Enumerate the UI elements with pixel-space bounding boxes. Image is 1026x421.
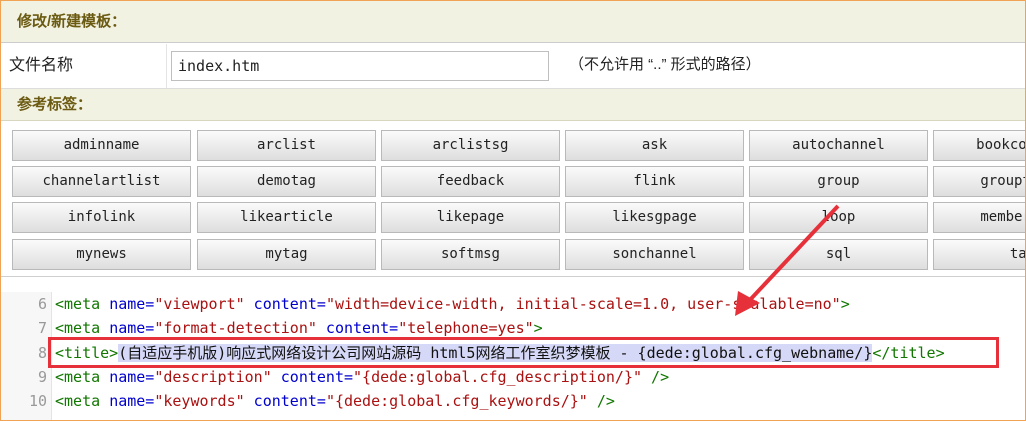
tag-button-bookcontent[interactable]: bookcontent (933, 130, 1025, 161)
code-text: <title>(自适应手机版)响应式网络设计公司网站源码 html5网络工作室织… (55, 341, 945, 365)
section-title-reference-tags: 参考标签： (1, 89, 1025, 121)
tag-button-mytag[interactable]: mytag (197, 239, 376, 270)
tag-button-channelartlist[interactable]: channelartlist (12, 166, 191, 197)
code-token: content= (244, 295, 326, 313)
file-name-label: 文件名称 (1, 44, 167, 88)
code-token: "viewport" (154, 295, 245, 313)
tag-button-tag[interactable]: tag (933, 239, 1025, 270)
code-token: content= (244, 392, 326, 410)
code-line: 6 <meta name="viewport" content="width=de… (1, 292, 1025, 316)
tag-button-group[interactable]: group (749, 166, 928, 197)
tag-button-memberlist[interactable]: memberlist (933, 202, 1025, 233)
code-token: <meta (55, 392, 110, 410)
code-token: /> (642, 368, 670, 386)
tag-button-adminname[interactable]: adminname (12, 130, 191, 161)
code-text: <meta name="keywords" content="{dede:glo… (55, 389, 615, 413)
code-token: > (533, 319, 543, 337)
code-token: (自适应手机版)响应式网络设计公司网站源码 html5网络工作室织梦模板 - {… (118, 344, 873, 362)
code-token: <meta (55, 295, 110, 313)
code-token: "width=device-width, initial-scale=1.0, … (325, 295, 841, 313)
tag-button-softmsg[interactable]: softmsg (381, 239, 560, 270)
line-number: 9 (37, 368, 47, 386)
tag-button-grid: adminname arclist arclistsg ask autochannel b… (1, 122, 1025, 277)
tag-button-ask[interactable]: ask (565, 130, 744, 161)
code-token: <meta (55, 319, 110, 337)
code-token: > (840, 295, 850, 313)
code-text: <meta name="description" content="{dede:… (55, 365, 669, 389)
line-number: 7 (37, 319, 47, 337)
code-text: <meta name="viewport" content="width=dev… (55, 292, 850, 316)
tag-button-feedback[interactable]: feedback (381, 166, 560, 197)
code-token: "telephone=yes" (398, 319, 534, 337)
code-line: 10 <meta name="keywords" content="{dede:g… (1, 389, 1025, 413)
line-number: 8 (37, 344, 47, 362)
code-token: name= (109, 295, 155, 313)
tag-button-likesgpage[interactable]: likesgpage (565, 202, 744, 233)
tag-button-likepage[interactable]: likepage (381, 202, 560, 233)
file-name-input[interactable]: index.htm (171, 51, 549, 81)
code-token: <meta (55, 368, 110, 386)
code-line: 8 <title>(自适应手机版)响应式网络设计公司网站源码 html5网络工作室… (1, 341, 1025, 365)
code-token: </title> (872, 344, 945, 362)
tag-button-mynews[interactable]: mynews (12, 239, 191, 270)
code-token: <title> (55, 344, 119, 362)
tag-button-autochannel[interactable]: autochannel (749, 130, 928, 161)
tag-button-flink[interactable]: flink (565, 166, 744, 197)
template-editor-panel: 修改/新建模板： 文件名称 index.htm （不允许用 “..” 形式的路径… (0, 0, 1026, 421)
line-number: 10 (28, 392, 47, 410)
tag-button-arclistsg[interactable]: arclistsg (381, 130, 560, 161)
tag-button-loop[interactable]: loop (749, 202, 928, 233)
tag-button-grouptheme[interactable]: grouptheme (933, 166, 1025, 197)
tag-button-demotag[interactable]: demotag (197, 166, 376, 197)
code-editor[interactable]: 6 <meta name="viewport" content="width=de… (1, 292, 1025, 420)
tag-button-infolink[interactable]: infolink (12, 202, 191, 233)
tag-button-likearticle[interactable]: likearticle (197, 202, 376, 233)
code-line: 7 <meta name="format-detection" content="… (1, 316, 1025, 340)
code-token: "description" (154, 368, 272, 386)
code-token: "keywords" (154, 392, 245, 410)
file-name-row: 文件名称 index.htm （不允许用 “..” 形式的路径） (1, 44, 1025, 89)
code-token: content= (271, 368, 354, 386)
code-token: content= (316, 319, 399, 337)
section-title-edit-template: 修改/新建模板： (1, 1, 1025, 43)
code-token: name= (109, 319, 155, 337)
tag-button-sql[interactable]: sql (749, 239, 928, 270)
tag-button-sonchannel[interactable]: sonchannel (565, 239, 744, 270)
tag-button-arclist[interactable]: arclist (197, 130, 376, 161)
line-number: 6 (37, 295, 47, 313)
code-line: 9 <meta name="description" content="{dede… (1, 365, 1025, 389)
code-token: name= (109, 392, 155, 410)
code-token: "{dede:global.cfg_description/}" (353, 368, 643, 386)
code-token: "{dede:global.cfg_keywords/}" (325, 392, 588, 410)
code-token: name= (109, 368, 155, 386)
code-text: <meta name="format-detection" content="t… (55, 316, 543, 340)
file-name-hint: （不允许用 “..” 形式的路径） (569, 56, 761, 73)
code-token: "format-detection" (154, 319, 317, 337)
code-token: /> (587, 392, 615, 410)
